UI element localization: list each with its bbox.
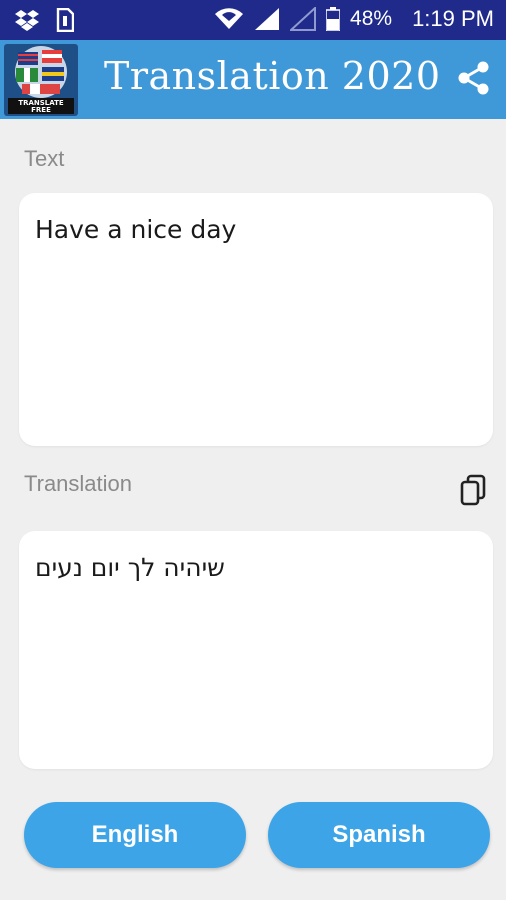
svg-text:FREE: FREE	[31, 106, 51, 114]
share-icon[interactable]	[456, 60, 492, 96]
sim-icon	[56, 8, 74, 32]
clock: 1:19 PM	[412, 6, 494, 31]
source-text-value[interactable]: Have a nice day	[35, 215, 477, 244]
app-logo: TRANSLATE FREE	[4, 44, 78, 116]
status-bar-left	[14, 8, 74, 32]
translation-output-value: שיהיה לך יום נעים	[35, 553, 225, 582]
globe-flags-icon: TRANSLATE FREE	[8, 46, 74, 114]
app-bar: TRANSLATE FREE Translation 2020	[0, 40, 506, 119]
app-title: Translation 2020	[104, 54, 441, 98]
translation-output-field[interactable]: שיהיה לך יום נעים	[19, 531, 493, 769]
wifi-icon	[215, 8, 244, 29]
text-label: Text	[24, 146, 65, 171]
target-language-button[interactable]: Spanish	[268, 802, 490, 868]
battery-percentage: 48%	[350, 7, 393, 30]
source-text-field[interactable]: Have a nice day	[19, 193, 493, 446]
status-bar: 48% 1:19 PM	[0, 0, 506, 40]
status-bar-right: 48% 1:19 PM	[214, 6, 494, 32]
dropbox-icon	[15, 10, 39, 31]
translation-label: Translation	[24, 471, 133, 496]
signal-icon	[255, 8, 280, 30]
battery-icon	[326, 7, 341, 31]
signal-empty-icon	[290, 7, 317, 31]
source-language-button[interactable]: English	[24, 802, 246, 868]
copy-icon[interactable]	[457, 473, 491, 507]
